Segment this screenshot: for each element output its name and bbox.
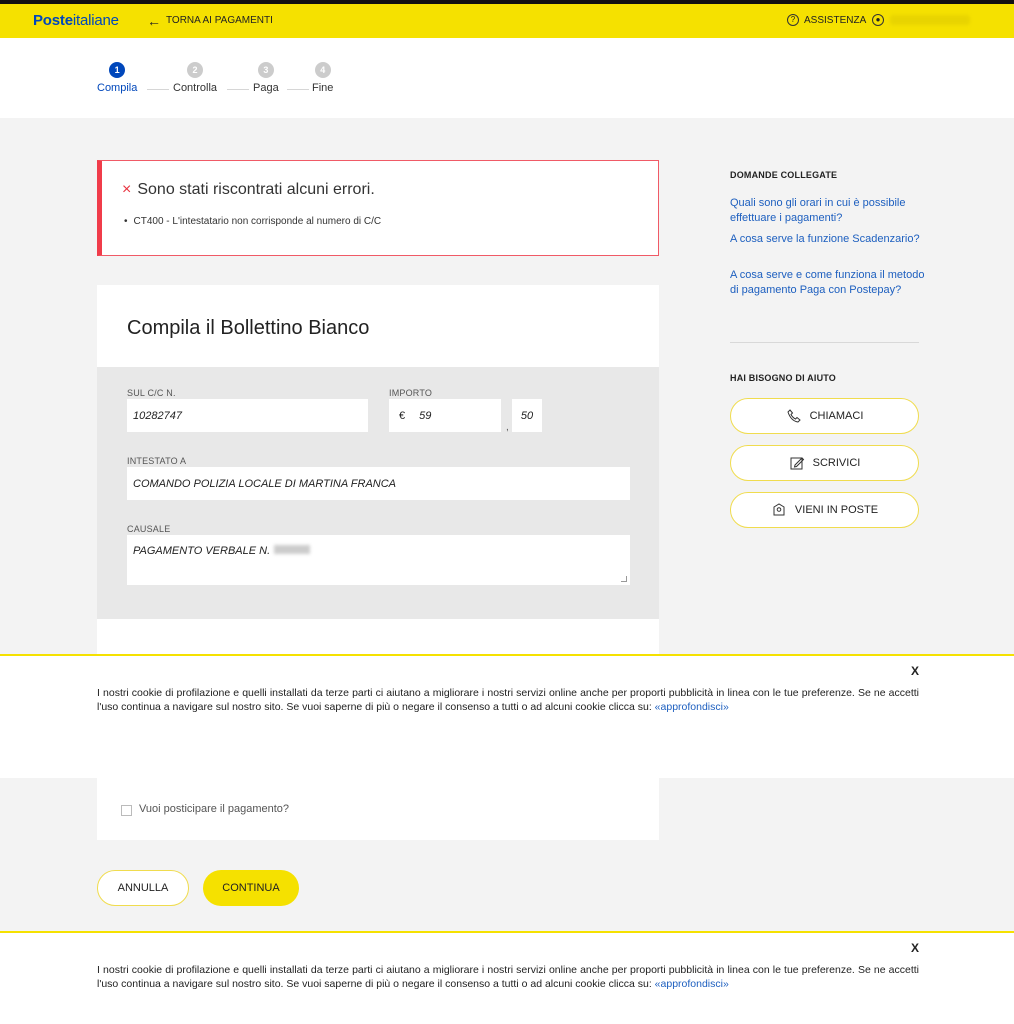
cc-number-input[interactable]: 10282747: [127, 399, 368, 432]
user-menu[interactable]: ●: [872, 14, 970, 26]
form-fields-panel: SUL C/C N. 10282747 IMPORTO € 59 , 50 IN…: [97, 367, 659, 619]
bollettino-form: Compila il Bollettino Bianco SUL C/C N. …: [97, 285, 659, 655]
causale-textarea[interactable]: PAGAMENTO VERBALE N.: [127, 535, 630, 585]
related-questions-title: DOMANDE COLLEGATE: [730, 170, 838, 180]
intestato-value: COMANDO POLIZIA LOCALE DI MARTINA FRANCA: [133, 477, 397, 490]
postpone-checkbox[interactable]: [121, 805, 132, 816]
need-help-title: HAI BISOGNO DI AIUTO: [730, 373, 837, 383]
error-x-icon: ×: [122, 181, 132, 198]
back-to-payments-link[interactable]: ← TORNA AI PAGAMENTI: [147, 12, 273, 29]
importo-label: IMPORTO: [389, 388, 433, 398]
arrow-left-icon: ←: [147, 12, 161, 29]
causale-label: CAUSALE: [127, 524, 171, 534]
decimal-separator: ,: [506, 422, 509, 433]
euro-symbol: €: [399, 409, 406, 422]
cookie-banner: X I nostri cookie di profilazione e quel…: [0, 654, 1014, 778]
cookie-more-link[interactable]: «approfondisci»: [655, 701, 729, 713]
error-title-text: Sono stati riscontrati alcuni errori.: [137, 181, 375, 198]
causale-value: PAGAMENTO VERBALE N.: [133, 545, 271, 557]
cookie-close-button[interactable]: X: [911, 664, 919, 678]
importo-euro-input[interactable]: € 59: [389, 399, 501, 432]
resize-handle-icon[interactable]: [621, 576, 627, 582]
error-item: CT400 - L'intestatario non corrisponde a…: [124, 216, 382, 227]
step-controlla: 2 Controlla: [173, 62, 217, 94]
postpone-payment-box: Vuoi posticipare il pagamento?: [97, 778, 659, 840]
importo-cents-input[interactable]: 50: [512, 399, 542, 432]
user-name-redacted: [890, 15, 970, 25]
back-label: TORNA AI PAGAMENTI: [166, 15, 273, 26]
step-number: 2: [187, 62, 204, 78]
write-us-button[interactable]: SCRIVICI: [730, 445, 919, 481]
map-pin-icon: [773, 503, 785, 516]
cookie-more-link[interactable]: «approfondisci»: [655, 978, 729, 990]
faq-link-postepay[interactable]: A cosa serve e come funziona il metodo d…: [730, 268, 925, 298]
step-label: Fine: [312, 82, 334, 94]
visit-post-office-label: VIENI IN POSTE: [794, 504, 879, 516]
call-us-button[interactable]: CHIAMACI: [730, 398, 919, 434]
poste-logo[interactable]: Posteitaliane: [33, 12, 119, 29]
step-number: 4: [314, 62, 331, 78]
cookie-text-body: I nostri cookie di profilazione e quelli…: [97, 687, 919, 713]
continue-button[interactable]: CONTINUA: [203, 870, 299, 906]
step-label: Compila: [97, 82, 138, 94]
importo-dec-value: 50: [520, 409, 534, 422]
progress-stepper: 1 Compila 2 Controlla 3 Paga 4 Fine: [0, 38, 1014, 118]
causale-redacted: [274, 545, 311, 554]
sidebar-divider: [730, 342, 919, 343]
call-us-label: CHIAMACI: [809, 410, 864, 422]
assist-label: ASSISTENZA: [804, 14, 867, 26]
step-number: 1: [109, 62, 126, 78]
edit-icon: [790, 457, 804, 470]
step-fine: 4 Fine: [312, 62, 333, 94]
faq-link-scadenzario[interactable]: A cosa serve la funzione Scadenzario?: [730, 232, 925, 247]
user-icon: ●: [872, 14, 884, 26]
assistance-link[interactable]: ? ASSISTENZA: [787, 14, 866, 26]
cc-label: SUL C/C N.: [127, 388, 176, 398]
error-title: × Sono stati riscontrati alcuni errori.: [122, 181, 375, 199]
cc-value: 10282747: [133, 409, 182, 422]
cookie-text: I nostri cookie di profilazione e quelli…: [97, 686, 919, 714]
importo-int-value: 59: [419, 409, 432, 422]
phone-icon: [787, 409, 801, 423]
intestato-label: INTESTATO A: [127, 456, 187, 466]
cookie-banner-duplicate: X I nostri cookie di profilazione e quel…: [0, 931, 1014, 1024]
cookie-close-button[interactable]: X: [911, 941, 919, 955]
logo-bold: Poste: [33, 12, 73, 29]
intestato-input[interactable]: COMANDO POLIZIA LOCALE DI MARTINA FRANCA: [127, 467, 630, 500]
cookie-text: I nostri cookie di profilazione e quelli…: [97, 963, 919, 991]
top-header: Posteitaliane ← TORNA AI PAGAMENTI ? ASS…: [0, 4, 1014, 38]
step-connector: [287, 89, 309, 90]
faq-link-orari[interactable]: Quali sono gli orari in cui è possibile …: [730, 196, 925, 226]
cookie-text-body: I nostri cookie di profilazione e quelli…: [97, 964, 919, 990]
form-title: Compila il Bollettino Bianco: [127, 317, 370, 339]
step-connector: [147, 89, 169, 90]
postpone-label[interactable]: Vuoi posticipare il pagamento?: [139, 803, 289, 815]
step-label: Paga: [253, 82, 279, 94]
error-message-box: × Sono stati riscontrati alcuni errori. …: [97, 160, 659, 256]
step-label: Controlla: [173, 82, 218, 94]
cancel-button[interactable]: ANNULLA: [97, 870, 189, 906]
visit-post-office-button[interactable]: VIENI IN POSTE: [730, 492, 919, 528]
question-circle-icon: ?: [787, 14, 799, 26]
step-paga: 3 Paga: [253, 62, 279, 94]
step-connector: [227, 89, 249, 90]
write-us-label: SCRIVICI: [812, 457, 861, 469]
step-compila: 1 Compila: [97, 62, 137, 94]
step-number: 3: [257, 62, 274, 78]
logo-regular: italiane: [72, 12, 119, 29]
